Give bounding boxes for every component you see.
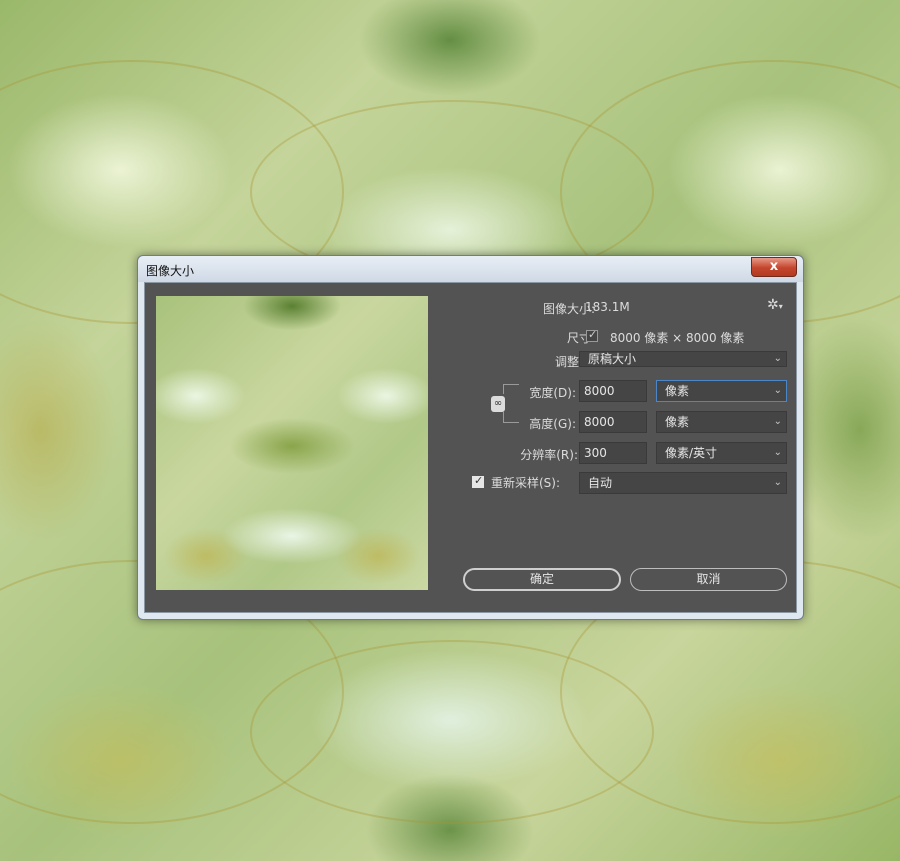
fit-to-value: 原稿大小: [588, 352, 637, 366]
resolution-label: 分辨率(R):: [520, 448, 578, 462]
dialog-body: 图像大小: 183.1M ✲▾ 尺寸: ✓ 8000 像素 × 8000 像素 …: [144, 282, 797, 613]
link-bracket-bottom: [503, 412, 519, 423]
resolution-unit: 像素/英寸: [665, 446, 718, 460]
image-preview[interactable]: [156, 296, 428, 590]
gear-icon[interactable]: ✲▾: [767, 297, 783, 313]
dialog-title: 图像大小: [146, 264, 195, 278]
resolution-value: 300: [584, 446, 607, 460]
chevron-down-icon: ⌄: [773, 447, 782, 458]
image-size-dialog: 图像大小 x 图像大小: 183.1M ✲▾ 尺寸: ✓ 8000 像素 × 8…: [137, 255, 804, 620]
width-input[interactable]: 8000: [579, 380, 647, 402]
image-size-value: 183.1M: [585, 300, 630, 314]
title-bar[interactable]: 图像大小 x: [138, 256, 803, 282]
checkmark-icon: ✓: [474, 474, 484, 487]
resolution-unit-select[interactable]: 像素/英寸 ⌄: [656, 442, 787, 464]
width-unit-select[interactable]: 像素 ⌄: [656, 380, 787, 402]
link-bracket-top: [503, 384, 519, 394]
dimensions-value: 8000 像素 × 8000 像素: [610, 331, 745, 345]
close-button[interactable]: x: [751, 257, 797, 277]
height-value: 8000: [584, 415, 615, 429]
height-label: 高度(G):: [529, 417, 576, 431]
resample-select[interactable]: 自动 ⌄: [579, 472, 787, 494]
checkmark-icon: ✓: [588, 328, 598, 341]
resample-checkbox[interactable]: ✓: [472, 474, 484, 488]
chevron-down-icon: ⌄: [773, 353, 782, 364]
height-input[interactable]: 8000: [579, 411, 647, 433]
resample-value: 自动: [588, 476, 613, 490]
height-unit-select[interactable]: 像素 ⌄: [656, 411, 787, 433]
cancel-label: 取消: [696, 572, 721, 586]
width-value: 8000: [584, 384, 615, 398]
ok-label: 确定: [529, 572, 554, 586]
height-unit: 像素: [665, 415, 690, 429]
resolution-input[interactable]: 300: [579, 442, 647, 464]
chevron-down-icon: ⌄: [773, 477, 782, 488]
chain-link-icon[interactable]: ∞: [491, 396, 505, 412]
chevron-down-icon: ⌄: [773, 385, 782, 396]
resample-label: 重新采样(S):: [491, 476, 561, 490]
close-icon: x: [769, 259, 779, 274]
chevron-down-icon: ⌄: [773, 416, 782, 427]
dimensions-toggle[interactable]: ✓: [586, 328, 598, 342]
ok-button[interactable]: 确定: [463, 568, 621, 591]
width-label: 宽度(D):: [529, 386, 576, 400]
fit-to-select[interactable]: 原稿大小 ⌄: [579, 351, 787, 367]
cancel-button[interactable]: 取消: [630, 568, 787, 591]
width-unit: 像素: [665, 384, 690, 398]
